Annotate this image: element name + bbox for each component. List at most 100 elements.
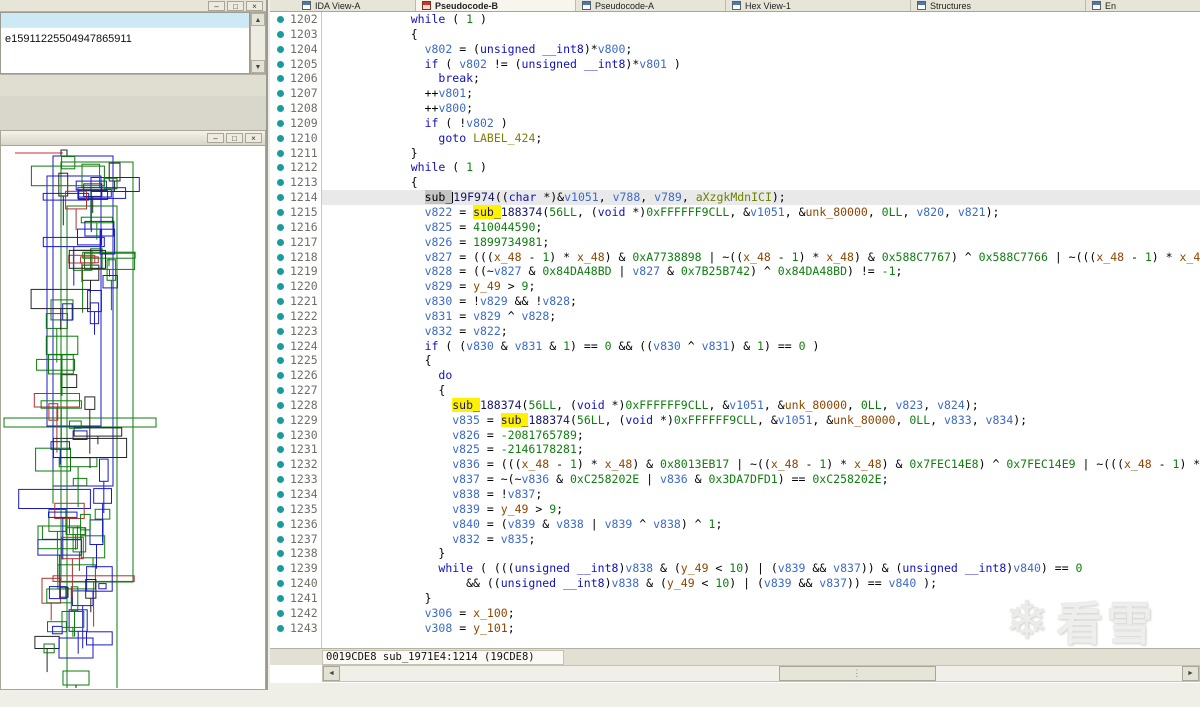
tab-pseudocode-b[interactable]: Pseudocode-B — [416, 0, 576, 11]
line-number: 1216 — [290, 219, 318, 234]
tab-structures[interactable]: Structures — [911, 0, 1086, 11]
code-line-1214[interactable]: 1214 sub_19F974((char *)&v1051, v788, v78… — [270, 190, 1200, 205]
close-icon[interactable]: × — [246, 1, 263, 11]
line-text: if ( v802 != (unsigned __int8)*v801 ) — [424, 56, 681, 71]
line-number: 1212 — [290, 160, 318, 175]
tab-en[interactable]: En — [1086, 0, 1200, 11]
line-mark-icon — [270, 294, 290, 309]
close-icon[interactable]: × — [245, 133, 262, 143]
line-number: 1229 — [290, 412, 318, 427]
code-line-1205[interactable]: 1205 if ( v802 != (unsigned __int8)*v801 … — [270, 57, 1200, 72]
scroll-left-icon[interactable]: ◄ — [323, 666, 340, 681]
code-line-1224[interactable]: 1224 if ( (v830 & v831 & 1) == 0 && ((v83… — [270, 339, 1200, 354]
graph-overview-body[interactable] — [0, 146, 266, 690]
minimize-icon[interactable]: – — [208, 1, 225, 11]
line-text: v839 = y_49 > 9; — [452, 501, 564, 516]
line-text: } — [410, 145, 418, 160]
scroll-right-icon[interactable]: ► — [1182, 666, 1199, 681]
code-line-1226[interactable]: 1226 do — [270, 368, 1200, 383]
code-line-1240[interactable]: 1240 && ((unsigned __int8)v838 & (y_49 < … — [270, 576, 1200, 591]
code-line-1228[interactable]: 1228 sub_188374(56LL, (void *)0xFFFFFF9CL… — [270, 397, 1200, 413]
code-line-1243[interactable]: 1243 v308 = y_101; — [270, 621, 1200, 636]
code-line-1220[interactable]: 1220 v829 = y_49 > 9; — [270, 279, 1200, 294]
tab-ida-view-a[interactable]: IDA View-A — [296, 0, 416, 11]
control-flow-graph-thumbnail[interactable] — [1, 146, 265, 689]
line-mark-icon — [270, 42, 290, 57]
window-buttons: – □ × — [207, 133, 262, 143]
code-line-1236[interactable]: 1236 v840 = (v839 & v838 | v839 ^ v838) ^… — [270, 517, 1200, 532]
line-number: 1215 — [290, 204, 318, 219]
line-mark-icon — [270, 160, 290, 175]
code-line-1238[interactable]: 1238} — [270, 546, 1200, 561]
pseudocode-view[interactable]: 1202 while ( 1 ) 1203 {1204 v802 = (unsigned… — [270, 12, 1200, 648]
line-number: 1227 — [290, 383, 318, 398]
code-line-1219[interactable]: 1219 v828 = ((~v827 & 0x84DA48BD | v827 &… — [270, 264, 1200, 279]
line-mark-icon — [270, 131, 290, 146]
code-line-1217[interactable]: 1217 v826 = 1899734981; — [270, 235, 1200, 250]
line-number: 1232 — [290, 457, 318, 472]
tab-hex-view-1[interactable]: Hex View-1 — [726, 0, 911, 11]
code-line-1233[interactable]: 1233 v837 = ~(~v836 & 0xC258202E | v836 &… — [270, 472, 1200, 487]
minimize-icon[interactable]: – — [207, 133, 224, 143]
code-line-1210[interactable]: 1210 goto LABEL_424; — [270, 131, 1200, 146]
code-line-1216[interactable]: 1216 v825 = 410044590; — [270, 220, 1200, 235]
code-line-1227[interactable]: 1227 { — [270, 383, 1200, 398]
selected-list-row[interactable] — [1, 13, 249, 28]
value-text[interactable]: e15911225504947865911 — [1, 28, 249, 45]
code-line-1223[interactable]: 1223 v832 = v822; — [270, 324, 1200, 339]
code-line-1209[interactable]: 1209 if ( !v802 ) — [270, 116, 1200, 131]
code-line-1202[interactable]: 1202 while ( 1 ) — [270, 12, 1200, 27]
float-icon[interactable]: □ — [226, 133, 243, 143]
code-line-1237[interactable]: 1237 v832 = v835; — [270, 532, 1200, 547]
graph-overview-panel: – □ × — [0, 130, 266, 690]
line-mark-icon — [270, 27, 290, 42]
code-line-1230[interactable]: 1230 v826 = -2081765789; — [270, 428, 1200, 443]
code-line-1239[interactable]: 1239 while ( (((unsigned __int8)v838 & (y… — [270, 561, 1200, 576]
code-line-1242[interactable]: 1242 v306 = x_100; — [270, 606, 1200, 621]
code-line-1231[interactable]: 1231 v825 = -2146178281; — [270, 442, 1200, 457]
line-mark-icon — [270, 71, 290, 86]
line-number: 1228 — [290, 397, 318, 412]
scroll-up-icon[interactable]: ▲ — [251, 13, 265, 26]
code-line-1234[interactable]: 1234 v838 = !v837; — [270, 487, 1200, 502]
line-mark-icon — [270, 532, 290, 547]
code-line-1241[interactable]: 1241} — [270, 591, 1200, 606]
code-line-1206[interactable]: 1206 break; — [270, 71, 1200, 86]
code-line-1225[interactable]: 1225 { — [270, 353, 1200, 368]
code-line-1232[interactable]: 1232 v836 = (((x_48 - 1) * x_48) & 0x8013… — [270, 457, 1200, 472]
line-mark-icon — [270, 442, 290, 457]
code-line-1204[interactable]: 1204 v802 = (unsigned __int8)*v800; — [270, 42, 1200, 57]
line-number: 1221 — [290, 294, 318, 309]
info-panel-titlebar[interactable]: – □ × — [0, 0, 266, 12]
code-line-1218[interactable]: 1218 v827 = (((x_48 - 1) * x_48) & 0xA773… — [270, 250, 1200, 265]
code-line-1221[interactable]: 1221 v830 = !v829 && !v828; — [270, 294, 1200, 309]
code-line-1213[interactable]: 1213 { — [270, 175, 1200, 190]
scrollbar-thumb[interactable] — [778, 666, 937, 681]
line-text: if ( (v830 & v831 & 1) == 0 && ((v830 ^ … — [424, 338, 820, 353]
line-text: v825 = 410044590; — [424, 219, 543, 234]
line-number: 1220 — [290, 279, 318, 294]
code-line-1207[interactable]: 1207 ++v801; — [270, 86, 1200, 101]
line-text: v826 = 1899734981; — [424, 234, 550, 249]
line-number: 1219 — [290, 264, 318, 279]
line-number: 1211 — [290, 145, 318, 160]
line-number: 1239 — [290, 561, 318, 576]
line-text: } — [424, 590, 432, 605]
line-text: goto LABEL_424; — [438, 130, 543, 145]
code-line-1208[interactable]: 1208 ++v800; — [270, 101, 1200, 116]
scroll-down-icon[interactable]: ▼ — [251, 60, 265, 73]
code-line-1215[interactable]: 1215 v822 = sub_188374(56LL, (void *)0xFF… — [270, 204, 1200, 220]
code-line-1229[interactable]: 1229 v835 = sub_188374(56LL, (void *)0xFF… — [270, 412, 1200, 428]
graph-panel-titlebar[interactable]: – □ × — [0, 130, 266, 146]
line-text: v828 = ((~v827 & 0x84DA48BD | v827 & 0x7… — [424, 264, 903, 279]
code-line-1212[interactable]: 1212 while ( 1 ) — [270, 160, 1200, 175]
code-line-1222[interactable]: 1222 v831 = v829 ^ v828; — [270, 309, 1200, 324]
tab-pseudocode-a[interactable]: Pseudocode-A — [576, 0, 726, 11]
horizontal-scrollbar[interactable]: ◄ ► — [322, 665, 1200, 682]
code-line-1211[interactable]: 1211} — [270, 146, 1200, 161]
vertical-scrollbar[interactable]: ▲ ▼ — [250, 12, 266, 74]
code-line-1235[interactable]: 1235 v839 = y_49 > 9; — [270, 502, 1200, 517]
code-line-1203[interactable]: 1203 { — [270, 27, 1200, 42]
float-icon[interactable]: □ — [227, 1, 244, 11]
line-text: if ( !v802 ) — [424, 115, 508, 130]
